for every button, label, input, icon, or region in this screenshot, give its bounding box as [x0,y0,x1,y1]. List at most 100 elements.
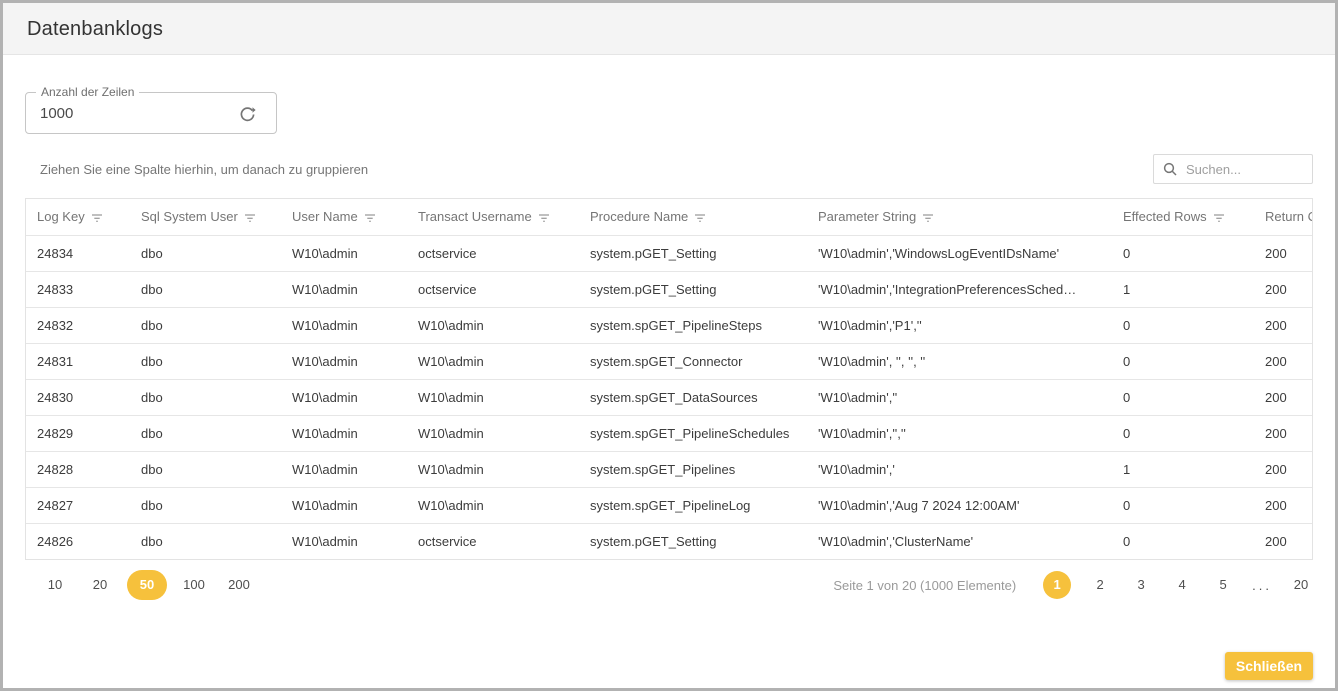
dialog-content: Anzahl der Zeilen Ziehen Sie eine Spalte… [3,92,1335,600]
column-header-log-key[interactable]: Log Key [26,199,130,235]
page-20[interactable]: 20 [1289,571,1313,599]
table-cell: W10\admin [407,415,579,451]
logs-table: Log Key Sql System User User Name Transact … [25,198,1313,560]
table-cell: 200 [1254,307,1313,343]
filter-icon[interactable] [694,212,706,223]
table-cell: 24831 [26,343,130,379]
table-cell: W10\admin [407,487,579,523]
close-button[interactable]: Schließen [1225,652,1313,680]
table-cell: 0 [1112,487,1254,523]
table-row[interactable]: 24826dboW10\adminoctservicesystem.pGET_S… [26,523,1313,559]
table-cell: 1 [1112,271,1254,307]
table-cell: 'W10\admin','Aug 7 2024 12:00AM' [807,487,1112,523]
column-header-label: User Name [292,209,358,224]
table-cell: dbo [130,523,281,559]
filter-icon[interactable] [538,212,550,223]
page-size-50[interactable]: 50 [127,570,167,600]
table-cell: 'W10\admin','P1','' [807,307,1112,343]
table-cell: octservice [407,523,579,559]
table-cell: 200 [1254,487,1313,523]
table-row[interactable]: 24831dboW10\adminW10\adminsystem.spGET_C… [26,343,1313,379]
table-row[interactable]: 24828dboW10\adminW10\adminsystem.spGET_P… [26,451,1313,487]
search-box [1153,154,1313,184]
search-input[interactable] [1184,161,1303,178]
table-cell: system.pGET_Setting [579,523,807,559]
column-header-sql-system-user[interactable]: Sql System User [130,199,281,235]
table-cell: W10\admin [281,307,407,343]
page-size-20[interactable]: 20 [82,570,118,600]
table-cell: 24826 [26,523,130,559]
table-cell: W10\admin [281,343,407,379]
column-header-user-name[interactable]: User Name [281,199,407,235]
table-cell: W10\admin [407,343,579,379]
table-cell: 24829 [26,415,130,451]
table-row[interactable]: 24833dboW10\adminoctservicesystem.pGET_S… [26,271,1313,307]
table-cell: 200 [1254,379,1313,415]
table-cell: W10\admin [281,271,407,307]
page-size-200[interactable]: 200 [221,570,257,600]
page-size-10[interactable]: 10 [37,570,73,600]
table-cell: W10\admin [407,307,579,343]
filter-icon[interactable] [922,212,934,223]
table-cell: W10\admin [281,523,407,559]
table-cell: 0 [1112,307,1254,343]
table-cell: 'W10\admin','','' [807,415,1112,451]
table-header-row: Log Key Sql System User User Name Transact … [26,199,1313,235]
table-cell: 'W10\admin','ClusterName' [807,523,1112,559]
page-1[interactable]: 1 [1043,571,1071,599]
table-cell: system.pGET_Setting [579,271,807,307]
row-count-label: Anzahl der Zeilen [36,85,139,99]
table-cell: dbo [130,343,281,379]
table-cell: octservice [407,235,579,271]
table-cell: dbo [130,415,281,451]
table-row[interactable]: 24830dboW10\adminW10\adminsystem.spGET_D… [26,379,1313,415]
filter-icon[interactable] [364,212,376,223]
row-count-input[interactable] [26,93,196,133]
table-cell: 24830 [26,379,130,415]
table-cell: 200 [1254,235,1313,271]
table-cell: 0 [1112,415,1254,451]
page-2[interactable]: 2 [1088,571,1112,599]
table-row[interactable]: 24829dboW10\adminW10\adminsystem.spGET_P… [26,415,1313,451]
column-header-procedure-name[interactable]: Procedure Name [579,199,807,235]
filter-icon[interactable] [1213,212,1225,223]
filter-icon[interactable] [244,212,256,223]
table-cell: W10\admin [281,415,407,451]
table-cell: system.spGET_DataSources [579,379,807,415]
column-header-parameter-string[interactable]: Parameter String [807,199,1112,235]
table-cell: 'W10\admin','WindowsLogEventIDsName' [807,235,1112,271]
page-size-100[interactable]: 100 [176,570,212,600]
page-size-selector: 10 20 50 100 200 [25,570,257,600]
refresh-icon[interactable] [238,105,256,123]
table-cell: 24833 [26,271,130,307]
table-row[interactable]: 24832dboW10\adminW10\adminsystem.spGET_P… [26,307,1313,343]
table-cell: W10\admin [407,379,579,415]
table-row[interactable]: 24827dboW10\adminW10\adminsystem.spGET_P… [26,487,1313,523]
table-cell: 0 [1112,523,1254,559]
pages-ellipsis: ... [1252,578,1272,593]
table-cell: 'W10\admin',' [807,451,1112,487]
table-cell: 0 [1112,379,1254,415]
column-header-return-c[interactable]: Return C [1254,199,1313,235]
table-cell: 'W10\admin', '', '', '' [807,343,1112,379]
column-header-label: Transact Username [418,209,532,224]
row-count-field: Anzahl der Zeilen [25,92,277,134]
page-title: Datenbanklogs [3,3,1335,55]
page-4[interactable]: 4 [1170,571,1194,599]
table-cell: 24828 [26,451,130,487]
page-5[interactable]: 5 [1211,571,1235,599]
column-header-effected-rows[interactable]: Effected Rows [1112,199,1254,235]
group-by-hint: Ziehen Sie eine Spalte hierhin, um danac… [25,162,368,177]
page-3[interactable]: 3 [1129,571,1153,599]
filter-icon[interactable] [91,212,103,223]
table-cell: 200 [1254,343,1313,379]
table-cell: 200 [1254,271,1313,307]
table-cell: 200 [1254,523,1313,559]
table-cell: dbo [130,307,281,343]
column-header-transact-username[interactable]: Transact Username [407,199,579,235]
table-cell: octservice [407,271,579,307]
column-header-label: Sql System User [141,209,238,224]
group-toolbar: Ziehen Sie eine Spalte hierhin, um danac… [25,154,1313,184]
table-cell: dbo [130,379,281,415]
table-row[interactable]: 24834dboW10\adminoctservicesystem.pGET_S… [26,235,1313,271]
